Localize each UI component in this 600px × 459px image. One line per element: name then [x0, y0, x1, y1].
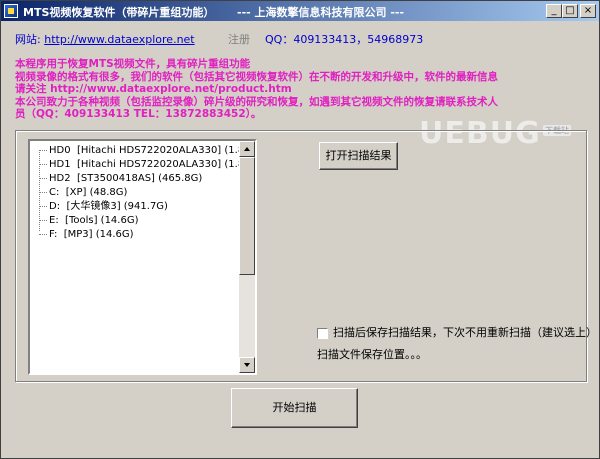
drive-item-hd1[interactable]: HD1 [Hitachi HDS722020ALA330] (1.8T)	[39, 158, 241, 172]
drive-info: [XP] (48.8G)	[65, 187, 128, 198]
description-text: 本程序用于恢复MTS视频文件，具有碎片重组功能 视频录像的格式有很多，我们的软件…	[15, 58, 575, 121]
drive-info: [Hitachi HDS722020ALA330] (1.8T)	[76, 145, 241, 156]
app-window: MTS视频恢复软件（带碎片重组功能） --- 上海数擎信息科技有限公司 --- …	[0, 0, 600, 459]
drive-id: E:	[49, 215, 59, 226]
description-line: 本程序用于恢复MTS视频文件，具有碎片重组功能	[15, 58, 251, 70]
drive-id: C:	[49, 187, 60, 198]
qq-contact: QQ：409133413，54968973	[265, 33, 424, 46]
register-link[interactable]: 注册	[228, 31, 250, 47]
drive-item-e[interactable]: E: [Tools] (14.6G)	[39, 214, 138, 228]
save-location-label[interactable]: 扫描文件保存位置。。。	[317, 346, 427, 362]
drive-info: [大华镜像3] (941.7G)	[66, 201, 168, 212]
website-row: 网站: http://www.dataexplore.net	[15, 31, 195, 47]
save-results-checkbox[interactable]	[317, 327, 328, 339]
scroll-up-button[interactable]	[239, 141, 255, 157]
drive-id: F:	[49, 229, 58, 240]
window-title-company: --- 上海数擎信息科技有限公司 ---	[237, 6, 405, 19]
description-line: 本公司致力于各种视频（包括监控录像）碎片级的研究和恢复，如遇到其它视频文件的恢复…	[15, 95, 498, 108]
save-results-row[interactable]: 扫描后保存扫描结果，下次不用重新扫描（建议选上）	[317, 324, 597, 340]
minimize-button[interactable]: _	[546, 4, 562, 18]
save-results-label: 扫描后保存扫描结果，下次不用重新扫描（建议选上）	[333, 326, 597, 339]
drive-info: [Hitachi HDS722020ALA330] (1.8T)	[76, 159, 241, 170]
drive-id: HD0	[49, 145, 71, 156]
drive-info: [Tools] (14.6G)	[65, 215, 139, 226]
scroll-thumb[interactable]	[239, 157, 255, 275]
drive-info: [MP3] (14.6G)	[63, 229, 134, 240]
drive-info: [ST3500418AS] (465.8G)	[76, 173, 203, 184]
title-bar[interactable]: MTS视频恢复软件（带碎片重组功能） --- 上海数擎信息科技有限公司 --- …	[1, 1, 599, 21]
app-icon	[4, 4, 18, 18]
drive-item-c[interactable]: C: [XP] (48.8G)	[39, 186, 127, 200]
scroll-down-button[interactable]	[239, 357, 255, 373]
website-link[interactable]: http://www.dataexplore.net	[44, 33, 194, 46]
description-line: 视频录像的格式有很多，我们的软件（包括其它视频恢复软件）在不断的开发和升级中，软…	[15, 70, 498, 83]
drive-item-d[interactable]: D: [大华镜像3] (941.7G)	[39, 200, 168, 214]
drive-tree-content: HD0 [Hitachi HDS722020ALA330] (1.8T) HD1…	[30, 141, 241, 373]
maximize-button[interactable]: □	[562, 4, 578, 18]
website-label: 网站:	[15, 33, 41, 46]
window-title: MTS视频恢复软件（带碎片重组功能）	[23, 6, 215, 19]
start-scan-button[interactable]: 开始扫描	[231, 388, 358, 428]
drive-item-hd2[interactable]: HD2 [ST3500418AS] (465.8G)	[39, 172, 202, 186]
drive-item-f[interactable]: F: [MP3] (14.6G)	[39, 228, 134, 242]
drive-id: HD2	[49, 173, 71, 184]
close-button[interactable]: ×	[580, 4, 596, 18]
drive-item-hd0[interactable]: HD0 [Hitachi HDS722020ALA330] (1.8T)	[39, 144, 241, 158]
drive-tree[interactable]: HD0 [Hitachi HDS722020ALA330] (1.8T) HD1…	[28, 139, 257, 375]
tree-scrollbar[interactable]	[239, 141, 255, 373]
open-scan-results-button[interactable]: 打开扫描结果	[319, 142, 398, 170]
drive-id: D:	[49, 201, 61, 212]
description-line: 请关注 http://www.dataexplore.net/product.h…	[15, 83, 292, 96]
drive-id: HD1	[49, 159, 71, 170]
